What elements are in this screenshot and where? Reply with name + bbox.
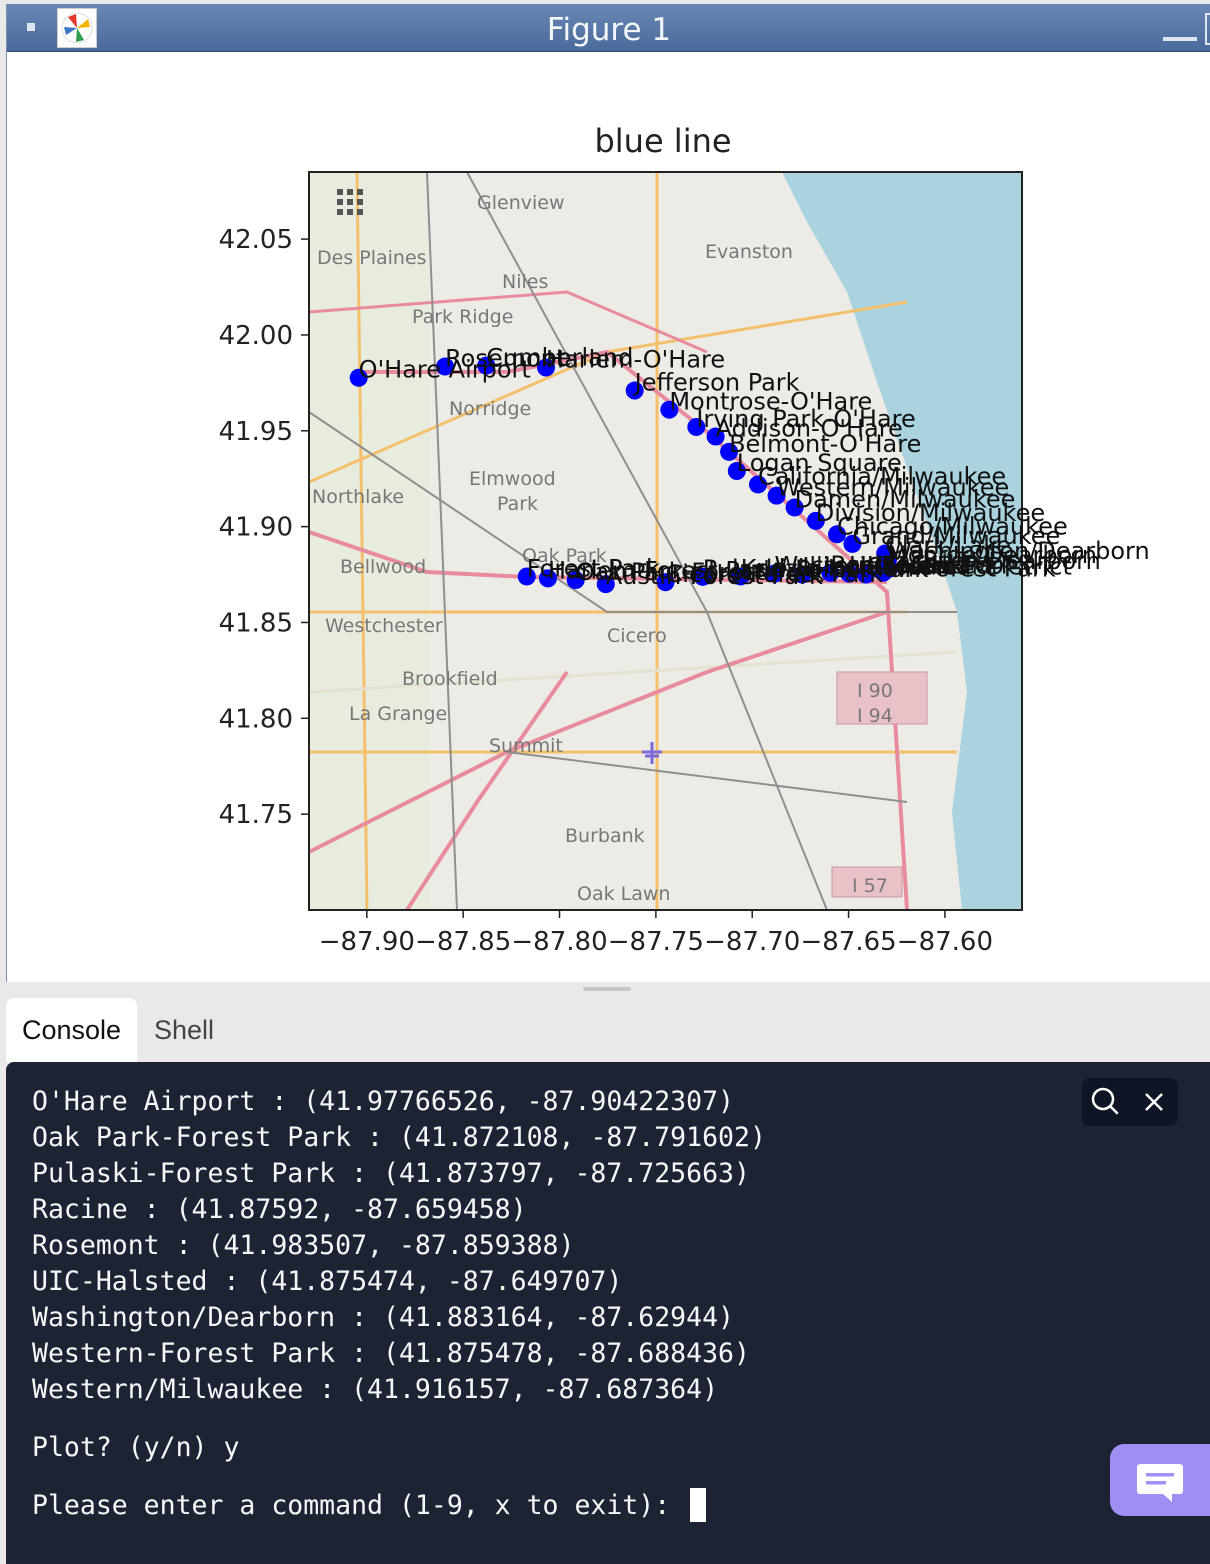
map-label: I 57	[852, 875, 888, 897]
station-label: Forest Park	[527, 554, 660, 582]
map-label: Summit	[489, 735, 563, 757]
map-label: Park	[497, 493, 538, 515]
x-tick-label: −87.75	[608, 927, 704, 957]
y-tick-label: 41.85	[219, 608, 293, 638]
x-tick-label: −87.80	[511, 927, 607, 957]
map-label: La Grange	[349, 703, 447, 725]
maximize-icon[interactable]	[1205, 13, 1210, 45]
command-prompt-line[interactable]: Please enter a command (1-9, x to exit):	[32, 1488, 766, 1524]
map-label: Oak Lawn	[577, 883, 670, 905]
console-line: Western-Forest Park : (41.875478, -87.68…	[32, 1338, 750, 1369]
map-label: Brookfield	[402, 668, 498, 690]
x-tick-label: −87.70	[704, 927, 800, 957]
map-label: Evanston	[705, 241, 793, 263]
y-axis: 42.05 42.00 41.95 41.90 41.85 41.80 41.75	[219, 225, 309, 830]
y-tick-label: 41.80	[219, 704, 293, 734]
y-tick-label: 42.00	[219, 321, 293, 351]
map-label: I 90	[857, 680, 893, 702]
close-icon[interactable]	[1130, 1078, 1178, 1126]
map-label: Northlake	[312, 486, 404, 508]
tab-shell[interactable]: Shell	[138, 998, 230, 1062]
console-line: Western/Milwaukee : (41.916157, -87.6873…	[32, 1374, 719, 1405]
console-line: Washington/Dearborn : (41.883164, -87.62…	[32, 1302, 734, 1333]
map-label: Westchester	[325, 615, 443, 637]
x-tick-label: −87.85	[415, 927, 511, 957]
y-tick-label: 41.95	[219, 417, 293, 447]
y-tick-label: 41.90	[219, 513, 293, 543]
plot-prompt: Plot? (y/n) y	[32, 1432, 240, 1463]
console-toolbar	[1082, 1078, 1178, 1126]
chart-title: blue line	[594, 122, 731, 160]
x-tick-label: −87.65	[800, 927, 896, 957]
console-output: O'Hare Airport : (41.97766526, -87.90422…	[32, 1084, 766, 1524]
map-label: Norridge	[449, 398, 531, 420]
console-panel[interactable]: O'Hare Airport : (41.97766526, -87.90422…	[6, 1062, 1210, 1564]
map-label: I 94	[857, 705, 893, 727]
console-line: Oak Park-Forest Park : (41.872108, -87.7…	[32, 1122, 766, 1153]
console-line: O'Hare Airport : (41.97766526, -87.90422…	[32, 1086, 734, 1117]
map-label: Des Plaines	[317, 247, 427, 269]
minimize-icon[interactable]	[1163, 37, 1197, 41]
window-titlebar[interactable]: Figure 1	[7, 4, 1210, 52]
tab-console[interactable]: Console	[6, 998, 138, 1062]
map-label: Bellwood	[340, 556, 426, 578]
map-label: Burbank	[565, 825, 645, 847]
y-tick-label: 41.75	[219, 800, 293, 830]
console-line: UIC-Halsted : (41.875474, -87.649707)	[32, 1266, 623, 1297]
figure-window: Figure 1 blue line Glenview Evanston Des…	[6, 4, 1210, 982]
command-prompt: Please enter a command (1-9, x to exit):	[32, 1490, 687, 1521]
console-line: Rosemont : (41.983507, -87.859388)	[32, 1230, 575, 1261]
console-line: Pulaski-Forest Park : (41.873797, -87.72…	[32, 1158, 750, 1189]
grid-icon	[337, 189, 363, 215]
x-tick-label: −87.60	[897, 927, 993, 957]
panel-resize-handle[interactable]	[583, 987, 631, 991]
chat-icon[interactable]	[1110, 1444, 1210, 1516]
y-tick-label: 42.05	[219, 225, 293, 255]
map-label: Glenview	[477, 192, 565, 214]
plot-canvas: blue line GlenviewEvanstonDes PlainesNil…	[219, 122, 1150, 957]
console-line: Racine : (41.87592, -87.659458)	[32, 1194, 527, 1225]
window-title: Figure 1	[546, 12, 672, 48]
map-label: Elmwood	[469, 468, 556, 490]
x-tick-label: −87.90	[319, 927, 415, 957]
map-label: Niles	[502, 271, 548, 293]
text-cursor	[690, 1488, 707, 1522]
map-label: Park Ridge	[412, 306, 513, 328]
search-icon[interactable]	[1082, 1078, 1130, 1126]
x-axis: −87.90 −87.85 −87.80 −87.75 −87.70 −87.65 −87.…	[319, 910, 993, 957]
map-label: Cicero	[607, 625, 667, 647]
